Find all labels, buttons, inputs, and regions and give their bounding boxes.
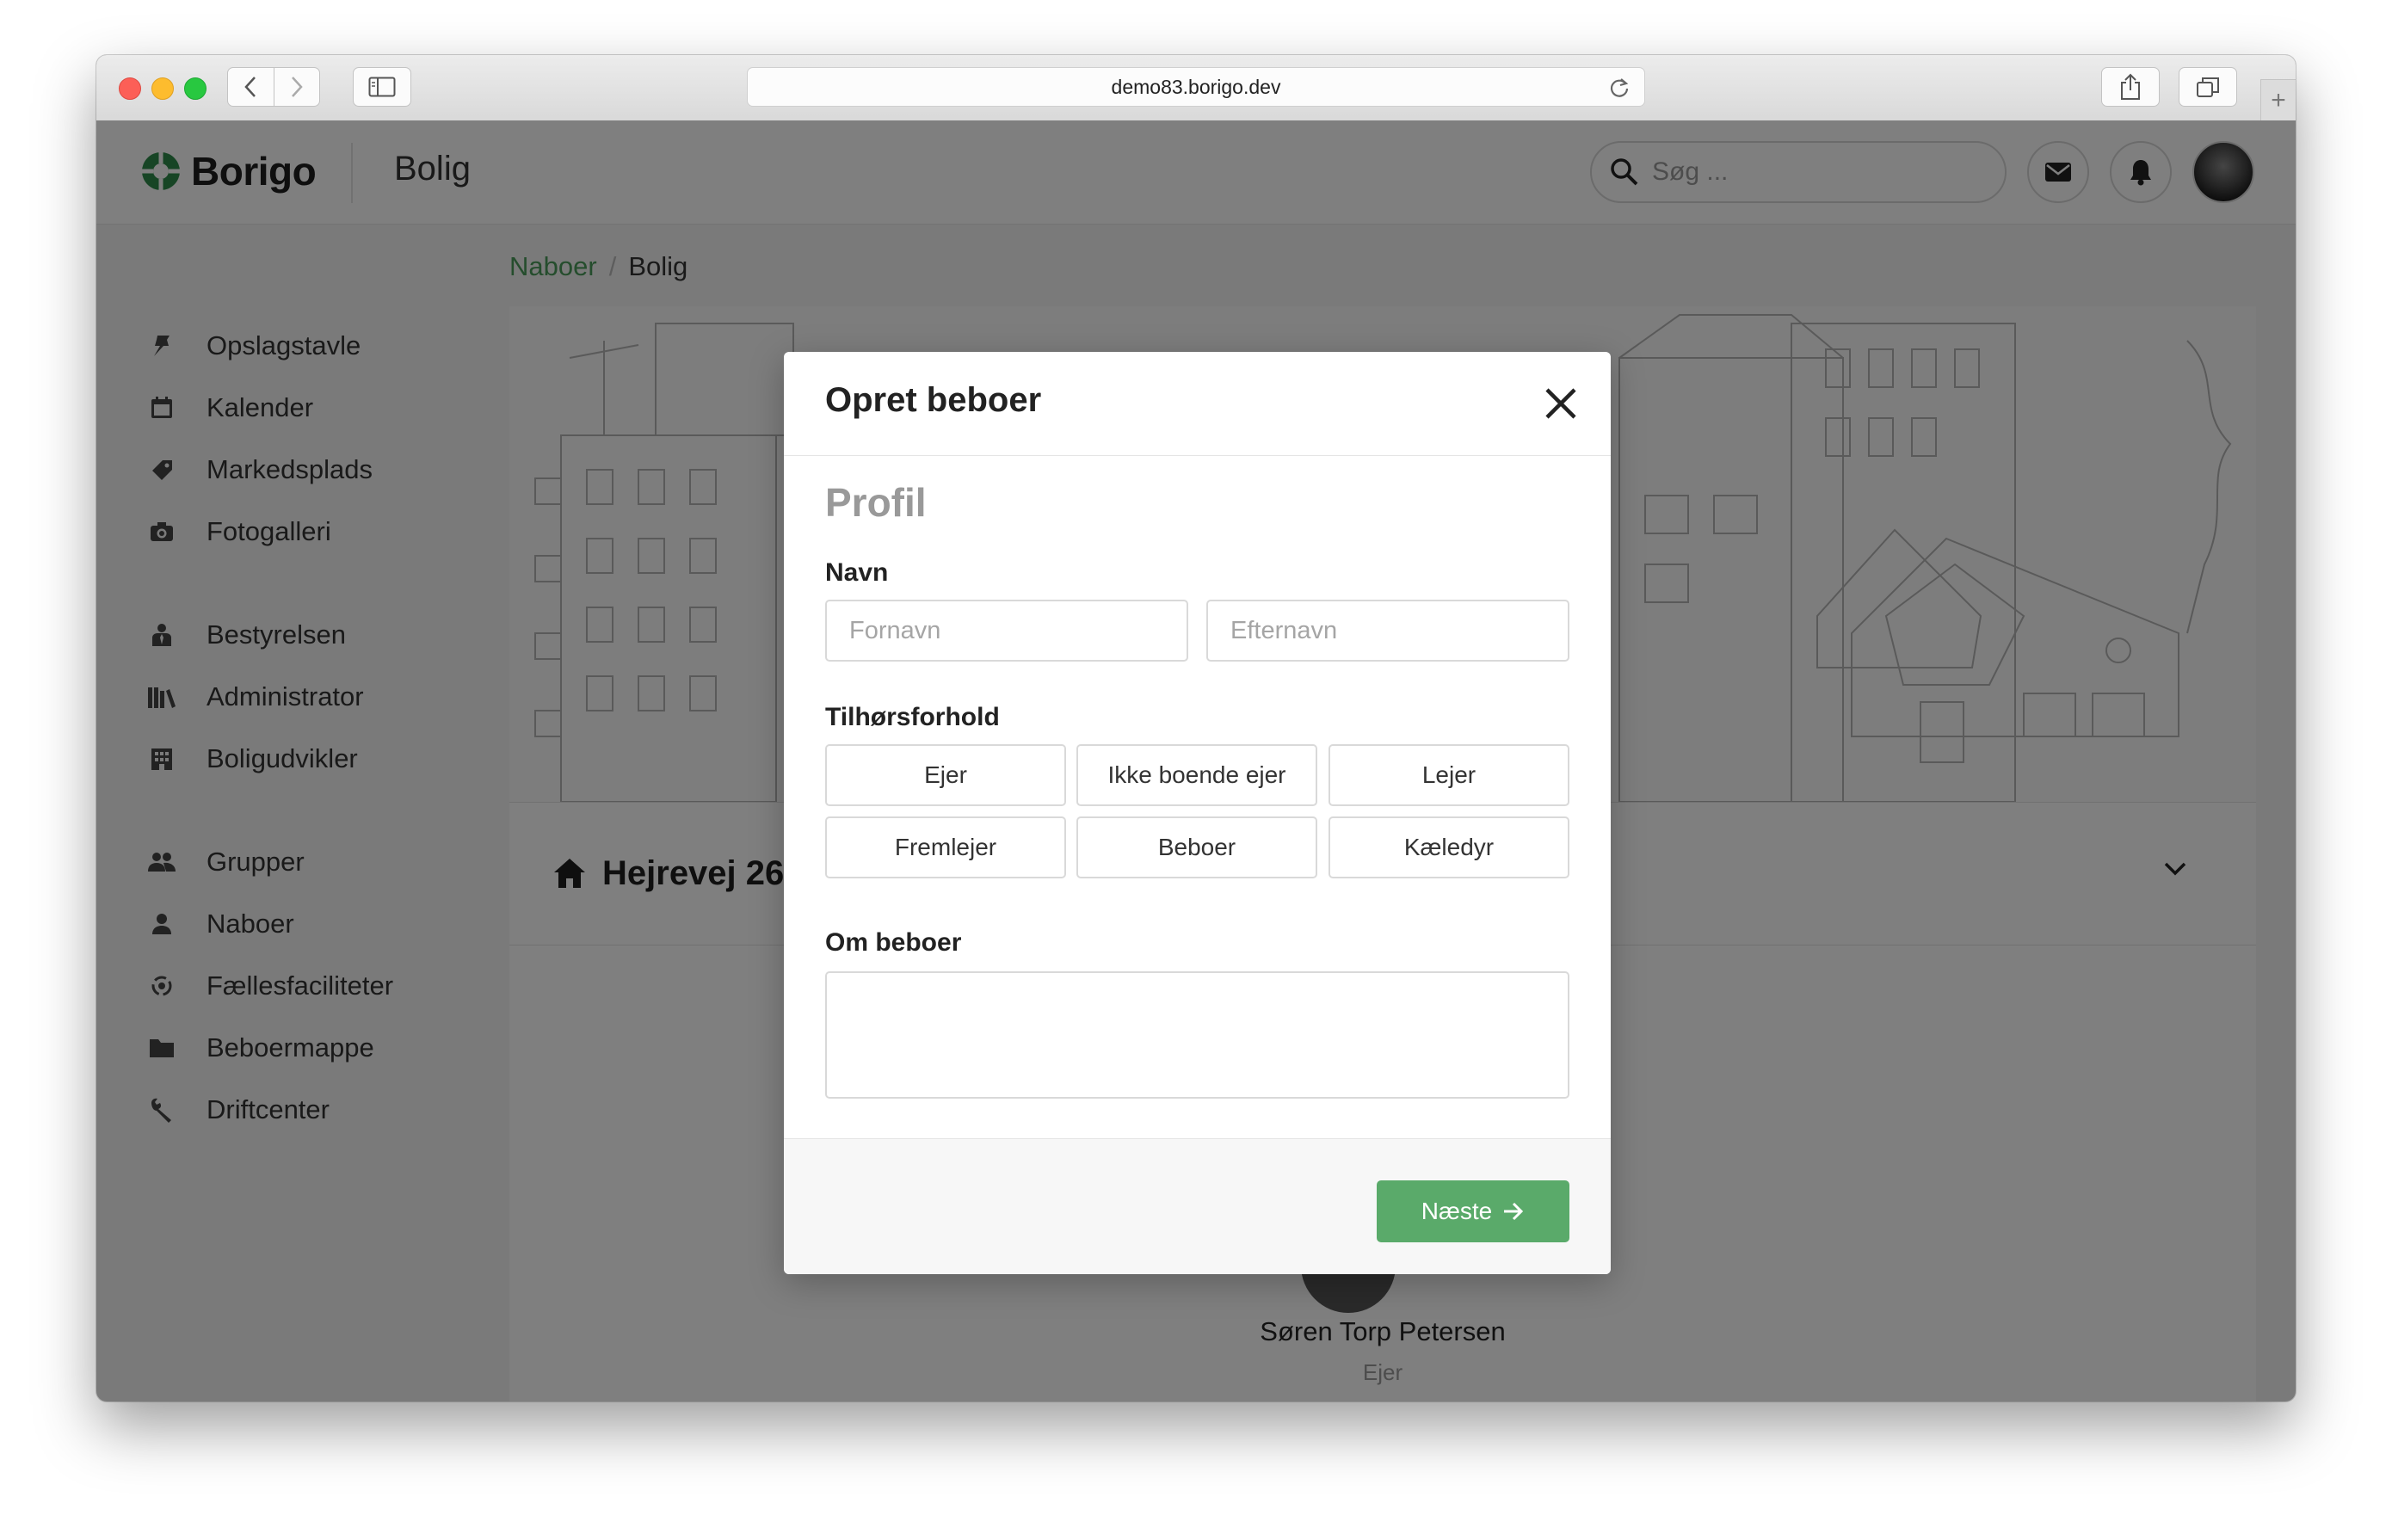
relation-option-lejer[interactable]: Lejer (1329, 744, 1569, 806)
modal-title: Opret beboer (825, 381, 1042, 419)
zoom-window-button[interactable] (184, 77, 207, 100)
forward-button[interactable] (274, 68, 320, 106)
tabs-icon (2197, 77, 2219, 97)
chevron-right-icon (291, 77, 303, 97)
reload-icon[interactable] (1608, 77, 1631, 104)
relation-option-kaeledyr[interactable]: Kæledyr (1329, 816, 1569, 878)
relation-option-ikke-boende-ejer[interactable]: Ikke boende ejer (1076, 744, 1317, 806)
sidebar-icon (368, 77, 396, 97)
name-label: Navn (825, 558, 889, 587)
next-button-label: Næste (1421, 1198, 1493, 1224)
close-window-button[interactable] (119, 77, 141, 100)
back-button[interactable] (228, 68, 274, 106)
browser-window: demo83.borigo.dev + Borigo (96, 55, 2296, 1401)
page: Borigo Bolig Opslagstavle (96, 120, 2296, 1401)
about-resident-textarea[interactable] (825, 971, 1569, 1099)
plus-icon: + (2271, 86, 2286, 114)
address-bar[interactable]: demo83.borigo.dev (747, 67, 1645, 107)
modal-header: Opret beboer (784, 352, 1611, 456)
close-icon[interactable] (1542, 385, 1580, 422)
sidebar-toggle-button[interactable] (353, 67, 411, 107)
arrow-right-icon (1502, 1202, 1525, 1221)
share-button[interactable] (2101, 67, 2160, 107)
browser-toolbar: demo83.borigo.dev + (96, 55, 2296, 121)
url-text: demo83.borigo.dev (1111, 75, 1281, 98)
modal-footer: Næste (784, 1138, 1611, 1274)
create-resident-modal: Opret beboer Profil Navn Tilhørsforhold … (784, 352, 1611, 1274)
minimize-window-button[interactable] (151, 77, 174, 100)
next-button[interactable]: Næste (1377, 1180, 1569, 1242)
about-label: Om beboer (825, 928, 962, 957)
new-tab-button[interactable]: + (2260, 79, 2296, 121)
relation-label: Tilhørsforhold (825, 703, 1000, 731)
relation-option-fremlejer[interactable]: Fremlejer (825, 816, 1066, 878)
relation-option-beboer[interactable]: Beboer (1076, 816, 1317, 878)
relation-option-ejer[interactable]: Ejer (825, 744, 1066, 806)
history-nav (227, 67, 320, 107)
chevron-left-icon (244, 77, 256, 97)
share-icon (2121, 73, 2140, 100)
tabs-overview-button[interactable] (2179, 67, 2237, 107)
step-title: Profil (825, 480, 927, 525)
last-name-field[interactable] (1206, 600, 1569, 662)
first-name-field[interactable] (825, 600, 1188, 662)
